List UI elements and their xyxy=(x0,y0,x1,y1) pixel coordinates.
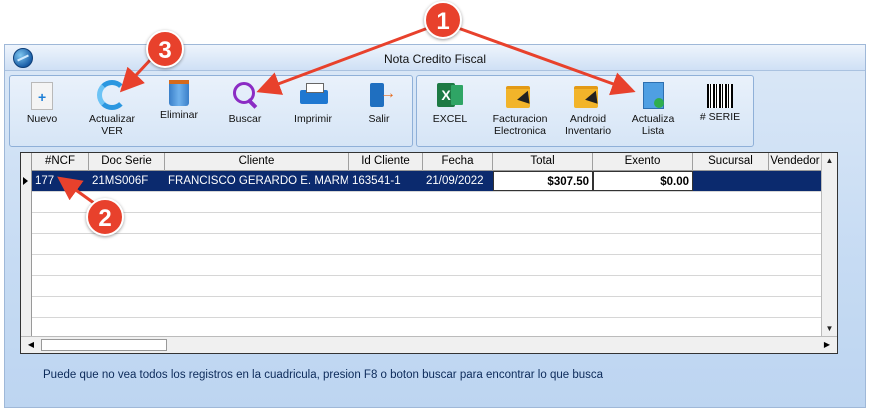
serial-number-button[interactable]: # SERIE xyxy=(693,80,747,146)
vertical-scrollbar[interactable]: ▲ ▼ xyxy=(821,153,837,337)
column-header-cliente[interactable]: Cliente xyxy=(165,153,349,171)
callout-badge-2: 2 xyxy=(86,198,124,236)
exit-button-label: Salir xyxy=(368,113,390,125)
delete-button-label: Eliminar xyxy=(160,109,198,121)
exit-button[interactable]: Salir xyxy=(356,80,402,146)
table-row[interactable] xyxy=(32,234,822,255)
cell-total[interactable]: $307.50 xyxy=(493,171,593,191)
update-list-button[interactable]: Actualiza Lista xyxy=(625,80,681,146)
table-row[interactable] xyxy=(32,213,822,234)
serial-number-button-label: # SERIE xyxy=(699,111,741,123)
title-bar: Nota Credito Fiscal xyxy=(5,45,865,71)
column-header-exento[interactable]: Exento xyxy=(593,153,693,171)
grid-body: 177 21MS006F FRANCISCO GERARDO E. MARMOL… xyxy=(32,171,822,339)
excel-button[interactable]: EXCEL xyxy=(425,80,475,146)
cell-cliente[interactable]: FRANCISCO GERARDO E. MARMOL xyxy=(165,171,349,191)
delete-button[interactable]: Eliminar xyxy=(154,80,204,146)
refresh-view-button[interactable]: Actualizar VER xyxy=(80,80,144,146)
barcode-icon xyxy=(707,84,733,108)
electronic-billing-button[interactable]: Facturacion Electronica xyxy=(487,80,553,146)
scroll-right-icon[interactable]: ▶ xyxy=(819,337,835,353)
toolbar-main-group: Nuevo Actualizar VER Eliminar Buscar Imp… xyxy=(9,75,413,147)
column-header-doc-serie[interactable]: Doc Serie xyxy=(89,153,165,171)
toolbar-extra-group: EXCEL Facturacion Electronica Android In… xyxy=(416,75,754,147)
cell-sucursal[interactable] xyxy=(693,171,769,191)
column-header-id-cliente[interactable]: Id Cliente xyxy=(349,153,423,171)
printer-icon xyxy=(298,80,328,110)
folder-arrow-icon xyxy=(505,80,535,110)
column-header-ncf[interactable]: #NCF xyxy=(32,153,89,171)
android-inventory-button[interactable]: Android Inventario xyxy=(559,80,617,146)
column-header-vendedor[interactable]: Vendedor xyxy=(769,153,822,171)
trash-icon xyxy=(169,80,189,106)
search-button-label: Buscar xyxy=(228,113,262,125)
new-document-icon xyxy=(31,82,53,110)
refresh-icon xyxy=(97,80,127,110)
status-message: Puede que no vea todos los registros en … xyxy=(43,369,604,381)
folder-arrow-icon xyxy=(573,80,603,110)
refresh-view-button-label: Actualizar VER xyxy=(88,113,136,137)
grid-header: #NCF Doc Serie Cliente Id Cliente Fecha … xyxy=(32,153,822,171)
print-button[interactable]: Imprimir xyxy=(286,80,340,146)
current-row-indicator-icon xyxy=(23,177,28,185)
table-row[interactable] xyxy=(32,276,822,297)
exit-icon xyxy=(364,80,396,110)
horizontal-scrollbar[interactable]: ◀ ▶ xyxy=(21,336,837,353)
scroll-left-icon[interactable]: ◀ xyxy=(23,337,39,353)
horizontal-scroll-thumb[interactable] xyxy=(41,339,167,351)
excel-icon xyxy=(435,80,465,110)
cell-fecha[interactable]: 21/09/2022 xyxy=(423,171,493,191)
window-title: Nota Credito Fiscal xyxy=(383,52,487,66)
scroll-down-icon[interactable]: ▼ xyxy=(822,321,837,337)
cell-ncf[interactable]: 177 xyxy=(32,171,89,191)
cell-vendedor[interactable] xyxy=(769,171,822,191)
android-inventory-button-label: Android Inventario xyxy=(564,113,612,137)
main-window: Nota Credito Fiscal Nuevo Actualizar VER… xyxy=(4,44,866,408)
callout-badge-1: 1 xyxy=(424,1,462,39)
records-grid[interactable]: #NCF Doc Serie Cliente Id Cliente Fecha … xyxy=(20,152,838,354)
search-icon xyxy=(230,80,260,110)
table-row[interactable] xyxy=(32,192,822,213)
scroll-up-icon[interactable]: ▲ xyxy=(822,153,837,169)
table-row[interactable]: 177 21MS006F FRANCISCO GERARDO E. MARMOL… xyxy=(32,171,822,192)
print-button-label: Imprimir xyxy=(294,113,332,125)
cell-exento[interactable]: $0.00 xyxy=(593,171,693,191)
column-header-total[interactable]: Total xyxy=(493,153,593,171)
electronic-billing-button-label: Facturacion Electronica xyxy=(492,113,548,137)
cell-doc-serie[interactable]: 21MS006F xyxy=(89,171,165,191)
new-button[interactable]: Nuevo xyxy=(18,80,66,146)
table-row[interactable] xyxy=(32,297,822,318)
callout-badge-3: 3 xyxy=(146,30,184,68)
update-list-button-label: Actualiza Lista xyxy=(631,113,675,137)
column-header-sucursal[interactable]: Sucursal xyxy=(693,153,769,171)
excel-button-label: EXCEL xyxy=(432,113,468,125)
column-header-fecha[interactable]: Fecha xyxy=(423,153,493,171)
new-button-label: Nuevo xyxy=(26,113,58,125)
cell-id-cliente[interactable]: 163541-1 xyxy=(349,171,423,191)
search-button[interactable]: Buscar xyxy=(220,80,270,146)
list-refresh-icon xyxy=(638,80,668,110)
table-row[interactable] xyxy=(32,255,822,276)
